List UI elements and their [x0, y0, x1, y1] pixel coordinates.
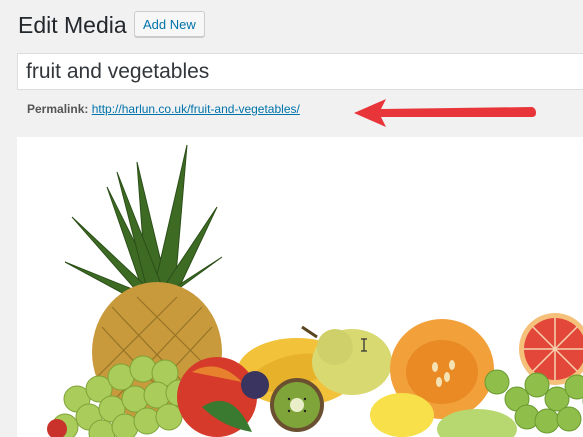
fruit-and-vegetables-image [47, 144, 583, 437]
add-new-button[interactable]: Add New [134, 11, 205, 37]
permalink-row: Permalink: http://harlun.co.uk/fruit-and… [27, 102, 300, 116]
media-title-input[interactable] [17, 53, 583, 90]
media-image [17, 137, 583, 437]
permalink-link[interactable]: http://harlun.co.uk/fruit-and-vegetables… [92, 102, 300, 116]
page-title: Edit Media [18, 12, 127, 38]
permalink-label: Permalink: [27, 102, 89, 116]
red-annotation-arrow [354, 99, 536, 127]
